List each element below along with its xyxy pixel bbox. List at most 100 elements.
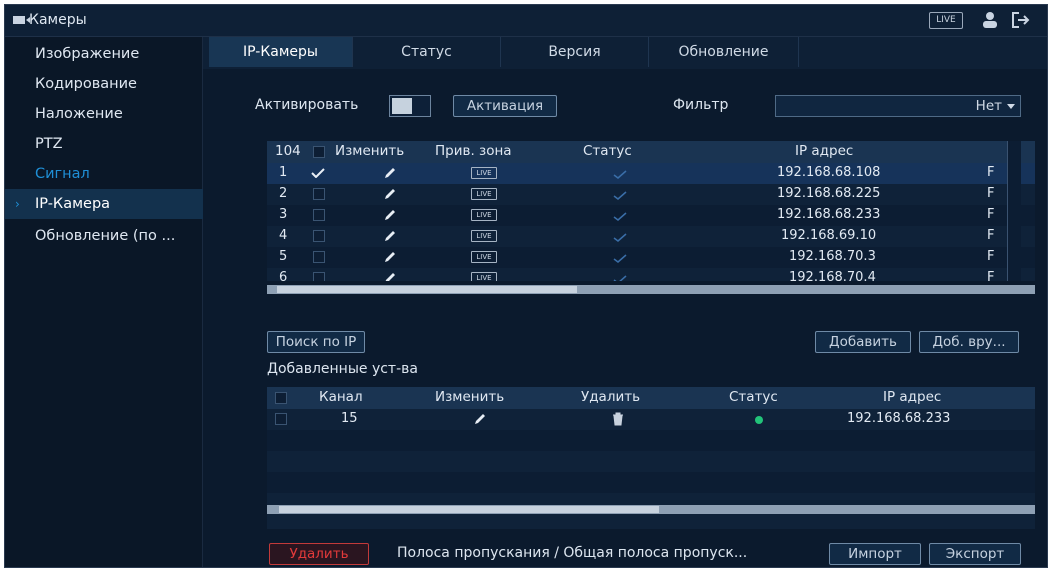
live-icon[interactable]: LIVE <box>471 167 497 179</box>
scroll-thumb[interactable] <box>279 506 659 513</box>
trash-icon[interactable] <box>611 412 625 426</box>
sidebar-item-update[interactable]: Обновление (по ... <box>5 221 203 251</box>
top-bar: Камеры LIVE <box>5 5 1047 37</box>
row-checkbox[interactable] <box>313 251 325 263</box>
device-count: 104 <box>275 143 301 159</box>
sidebar-item-ip-camera[interactable]: › IP-Камера <box>5 189 203 219</box>
added-table-header: Канал Изменить Удалить Статус IP адрес <box>267 387 1035 409</box>
col-channel: Канал <box>319 389 363 405</box>
select-all-checkbox[interactable] <box>313 146 325 158</box>
col-zone: Прив. зона <box>435 143 512 159</box>
device-table-header: 104 Изменить Прив. зона Статус IP адрес <box>267 141 1035 163</box>
sidebar-item-encoding[interactable]: Кодирование <box>5 69 203 99</box>
live-icon[interactable]: LIVE <box>471 251 497 263</box>
edit-icon[interactable] <box>383 166 397 180</box>
search-ip-button[interactable]: Поиск по IP <box>267 331 365 353</box>
added-table-hscrollbar[interactable] <box>267 505 1035 514</box>
row-checkbox[interactable] <box>313 230 325 242</box>
empty-row <box>267 430 1035 451</box>
tab-status[interactable]: Статус <box>353 37 501 67</box>
row-trunc: F <box>987 270 995 281</box>
row-num: 4 <box>279 228 288 243</box>
logout-icon[interactable] <box>1011 11 1031 29</box>
tab-version[interactable]: Версия <box>501 37 649 67</box>
status-ok-icon <box>613 170 627 179</box>
scroll-thumb[interactable] <box>277 286 577 293</box>
import-button[interactable]: Импорт <box>829 543 921 565</box>
empty-row <box>267 451 1035 472</box>
edit-icon[interactable] <box>383 250 397 264</box>
row-checkbox[interactable] <box>313 272 325 281</box>
live-view-button[interactable]: LIVE <box>929 12 963 29</box>
row-ip: 192.168.68.225 <box>777 186 881 201</box>
col-ip: IP адрес <box>883 389 942 405</box>
row-ip: 192.168.68.233 <box>777 207 881 222</box>
row-num: 5 <box>279 249 288 264</box>
checked-icon[interactable] <box>311 168 325 178</box>
device-table: 104 Изменить Прив. зона Статус IP адрес … <box>267 141 1035 281</box>
table-row[interactable]: 2 LIVE 192.168.68.225 F <box>267 184 1035 205</box>
tab-update[interactable]: Обновление <box>649 37 799 67</box>
row-num: 6 <box>279 270 288 281</box>
table-row[interactable]: 6 LIVE 192.168.70.4 F <box>267 268 1035 281</box>
filter-label: Фильтр <box>673 97 729 113</box>
row-trunc: F <box>987 249 995 264</box>
table-row[interactable]: 1 LIVE 192.168.68.108 F <box>267 163 1035 184</box>
sidebar-item-ptz[interactable]: PTZ <box>5 129 203 159</box>
table-row[interactable]: 4 LIVE 192.168.69.10 F <box>267 226 1035 247</box>
live-icon[interactable]: LIVE <box>471 230 497 242</box>
vertical-scrollbar[interactable] <box>1007 141 1021 281</box>
sidebar-item-overlay[interactable]: Наложение <box>5 99 203 129</box>
activate-toggle[interactable] <box>389 95 431 117</box>
status-ok-icon <box>613 233 627 242</box>
table-row[interactable]: 3 LIVE 192.168.68.233 F <box>267 205 1035 226</box>
edit-icon[interactable] <box>383 187 397 201</box>
col-status: Статус <box>583 143 632 159</box>
status-online-icon <box>755 416 763 424</box>
filter-value: Нет <box>975 98 1002 114</box>
status-ok-icon <box>613 275 627 281</box>
add-button[interactable]: Добавить <box>815 331 911 353</box>
activate-label: Активировать <box>255 97 359 113</box>
row-ip: 192.168.68.233 <box>847 411 951 426</box>
row-checkbox[interactable] <box>275 413 287 425</box>
row-num: 3 <box>279 207 288 222</box>
live-icon[interactable]: LIVE <box>471 272 497 281</box>
table-row[interactable]: 5 LIVE 192.168.70.3 F <box>267 247 1035 268</box>
edit-icon[interactable] <box>383 271 397 281</box>
edit-icon[interactable] <box>473 412 487 426</box>
sidebar-item-image[interactable]: Изображение <box>5 39 203 69</box>
row-num: 2 <box>279 186 288 201</box>
device-table-hscrollbar[interactable] <box>267 285 1035 294</box>
live-icon[interactable]: LIVE <box>471 209 497 221</box>
bandwidth-label: Полоса пропускания / Общая полоса пропус… <box>397 545 748 561</box>
main-content: Активировать Активация Фильтр Нет 104 Из… <box>203 69 1047 567</box>
row-ip: 192.168.70.3 <box>789 249 876 264</box>
select-all-checkbox[interactable] <box>275 392 287 404</box>
row-ip: 192.168.68.108 <box>777 165 881 180</box>
chevron-down-icon <box>1007 104 1015 113</box>
user-icon[interactable] <box>981 11 999 29</box>
export-button[interactable]: Экспорт <box>929 543 1021 565</box>
live-icon[interactable]: LIVE <box>471 188 497 200</box>
col-edit: Изменить <box>335 143 405 159</box>
activation-button[interactable]: Активация <box>453 95 557 117</box>
manual-add-button[interactable]: Доб. вру... <box>919 331 1019 353</box>
status-ok-icon <box>613 212 627 221</box>
edit-icon[interactable] <box>383 208 397 222</box>
status-ok-icon <box>613 191 627 200</box>
row-checkbox[interactable] <box>313 188 325 200</box>
row-checkbox[interactable] <box>313 209 325 221</box>
sidebar-item-signal[interactable]: Сигнал <box>5 159 203 189</box>
filter-select[interactable]: Нет <box>775 95 1021 117</box>
edit-icon[interactable] <box>383 229 397 243</box>
table-row[interactable]: 15 192.168.68.233 <box>267 409 1035 430</box>
row-num: 1 <box>279 165 288 180</box>
sidebar-item-label: IP-Камера <box>35 196 111 212</box>
tab-ip-cameras[interactable]: IP-Камеры <box>209 37 353 67</box>
col-edit: Изменить <box>435 389 505 405</box>
delete-button[interactable]: Удалить <box>269 543 369 565</box>
row-ip: 192.168.69.10 <box>781 228 877 243</box>
camera-icon <box>13 16 30 24</box>
app-window: Камеры LIVE Изображение Кодирование Нало… <box>4 4 1048 568</box>
